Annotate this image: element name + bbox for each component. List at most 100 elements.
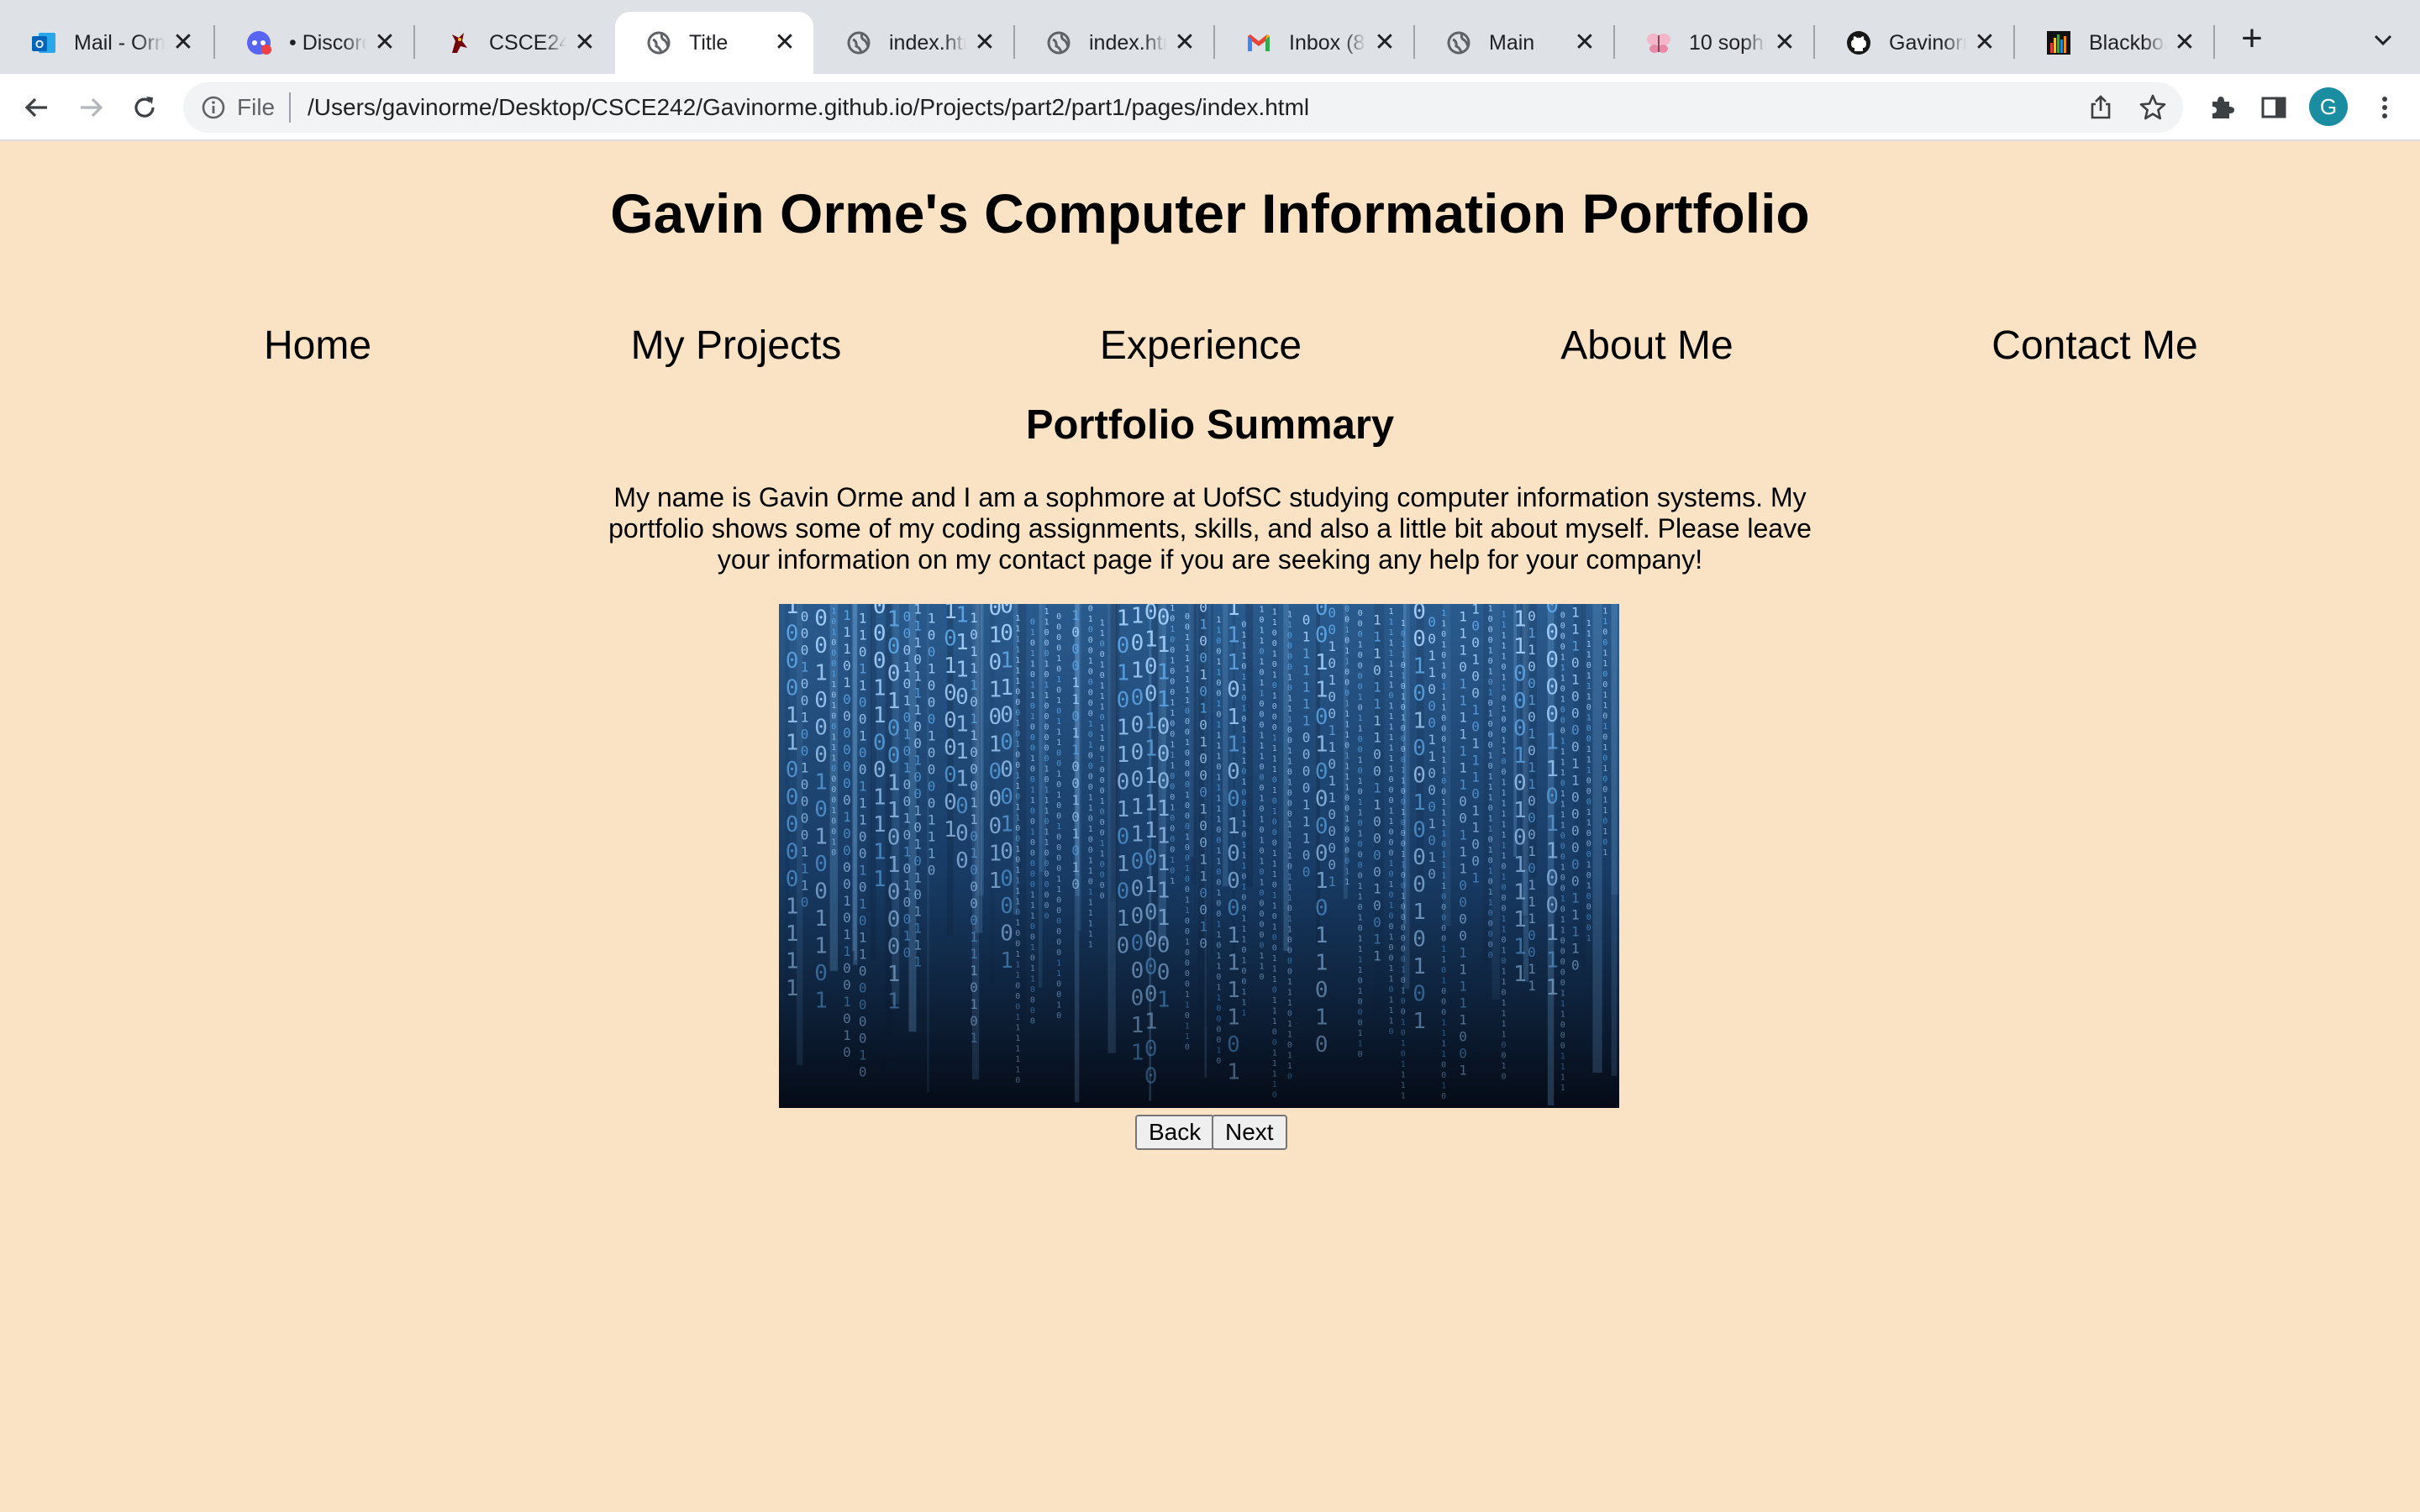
svg-text:1: 1 <box>1000 675 1013 701</box>
close-icon[interactable]: ✕ <box>1573 30 1597 55</box>
forward-arrow-icon[interactable] <box>71 87 111 128</box>
svg-text:1: 1 <box>1241 988 1246 997</box>
svg-text:0: 0 <box>1185 1011 1190 1021</box>
back-arrow-icon[interactable] <box>17 87 57 128</box>
tab-index-2[interactable]: index.html ✕ <box>1015 12 1213 74</box>
svg-text:1: 1 <box>1117 606 1130 632</box>
tab-csce242[interactable]: CSCE242 ✕ <box>415 12 613 74</box>
svg-text:1: 1 <box>1185 644 1190 654</box>
share-icon[interactable] <box>2086 92 2116 123</box>
nav-home[interactable]: Home <box>264 321 371 371</box>
close-icon[interactable]: ✕ <box>973 30 997 55</box>
back-button[interactable]: Back <box>1135 1115 1215 1150</box>
svg-text:1: 1 <box>1044 796 1050 806</box>
svg-text:1: 1 <box>1071 792 1080 808</box>
svg-text:0: 0 <box>1100 870 1105 879</box>
svg-text:1: 1 <box>1441 809 1446 818</box>
svg-text:0: 0 <box>1100 860 1105 869</box>
svg-text:1: 1 <box>1602 701 1607 711</box>
svg-text:1: 1 <box>1157 823 1171 848</box>
svg-text:0: 0 <box>1488 741 1493 750</box>
svg-text:0: 0 <box>1260 616 1265 625</box>
svg-text:0: 0 <box>1241 715 1246 724</box>
svg-text:0: 0 <box>1100 881 1105 890</box>
svg-text:0: 0 <box>1358 651 1363 660</box>
svg-text:1: 1 <box>1602 743 1607 753</box>
svg-text:1: 1 <box>928 829 936 845</box>
nav-about-me[interactable]: About Me <box>1560 321 1733 371</box>
svg-text:0: 0 <box>913 820 922 836</box>
tab-sophis[interactable]: 10 sophis ✕ <box>1615 12 1813 74</box>
svg-text:0: 0 <box>1528 810 1536 826</box>
svg-text:1: 1 <box>1170 877 1175 886</box>
next-button[interactable]: Next <box>1212 1115 1287 1150</box>
svg-text:0: 0 <box>970 895 978 911</box>
svg-text:0: 0 <box>1088 751 1093 760</box>
blackboard-icon <box>2045 29 2072 56</box>
svg-text:0: 0 <box>1056 612 1061 622</box>
svg-text:1: 1 <box>1389 702 1394 711</box>
svg-text:1: 1 <box>913 937 922 953</box>
svg-text:1: 1 <box>1602 722 1607 732</box>
close-icon[interactable]: ✕ <box>373 30 397 55</box>
svg-text:1: 1 <box>1088 804 1093 813</box>
svg-text:0: 0 <box>1044 869 1050 879</box>
close-icon[interactable]: ✕ <box>773 30 797 55</box>
svg-text:1: 1 <box>1344 868 1349 877</box>
close-icon[interactable]: ✕ <box>573 30 597 55</box>
svg-text:1: 1 <box>1216 658 1221 667</box>
svg-text:0: 0 <box>1401 787 1406 796</box>
svg-text:0: 0 <box>1344 826 1349 835</box>
svg-text:1: 1 <box>1502 1020 1507 1029</box>
tab-search-chevron-icon[interactable] <box>2368 25 2398 55</box>
svg-text:1: 1 <box>1272 954 1277 963</box>
svg-text:1: 1 <box>1216 983 1221 992</box>
svg-text:1: 1 <box>1100 755 1105 764</box>
svg-text:1: 1 <box>1560 759 1565 768</box>
tab-blackboard[interactable]: Blackboa ✕ <box>2015 12 2213 74</box>
close-icon[interactable]: ✕ <box>1173 30 1197 55</box>
svg-text:1: 1 <box>1502 831 1507 840</box>
tab-github[interactable]: Gavinorm ✕ <box>1815 12 2013 74</box>
svg-text:1: 1 <box>1389 670 1394 680</box>
svg-text:0: 0 <box>1157 605 1171 630</box>
info-icon[interactable] <box>200 94 227 121</box>
close-icon[interactable]: ✕ <box>1773 30 1797 55</box>
nav-contact-me[interactable]: Contact Me <box>1991 321 2197 371</box>
svg-text:1: 1 <box>1100 629 1105 638</box>
profile-avatar[interactable]: G <box>2309 87 2348 126</box>
svg-text:0: 0 <box>843 826 851 842</box>
address-bar[interactable]: File /Users/gavinorme/Desktop/CSCE242/Ga… <box>183 82 2183 133</box>
svg-text:0: 0 <box>970 694 978 710</box>
svg-text:1: 1 <box>1513 880 1527 906</box>
tab-title[interactable]: Title ✕ <box>615 12 813 74</box>
svg-text:0: 0 <box>1056 686 1061 696</box>
close-icon[interactable]: ✕ <box>1973 30 1996 55</box>
close-icon[interactable]: ✕ <box>171 30 195 55</box>
svg-text:0: 0 <box>1272 776 1277 785</box>
tab-gmail[interactable]: Inbox (8, ✕ <box>1215 12 1413 74</box>
tab-main[interactable]: Main ✕ <box>1415 12 1613 74</box>
nav-experience[interactable]: Experience <box>1100 321 1302 371</box>
svg-text:1: 1 <box>1056 738 1061 748</box>
svg-text:1: 1 <box>1260 815 1265 824</box>
close-icon[interactable]: ✕ <box>2173 30 2196 55</box>
nav-my-projects[interactable]: My Projects <box>631 321 842 371</box>
close-icon[interactable]: ✕ <box>1373 30 1397 55</box>
bookmark-star-icon[interactable] <box>2138 92 2168 123</box>
menu-kebab-icon[interactable] <box>2368 91 2402 124</box>
side-panel-icon[interactable] <box>2257 91 2291 124</box>
tab-index-1[interactable]: index.html ✕ <box>815 12 1013 74</box>
new-tab-button[interactable]: + <box>2235 20 2269 57</box>
extensions-puzzle-icon[interactable] <box>2205 91 2238 124</box>
url-text[interactable]: /Users/gavinorme/Desktop/CSCE242/Gavinor… <box>308 94 1309 121</box>
tab-discord[interactable]: • Discord ✕ <box>215 12 413 74</box>
svg-text:1: 1 <box>1088 741 1093 750</box>
svg-text:1: 1 <box>814 933 828 958</box>
tab-mail[interactable]: O Mail - Orme, Gavin ✕ <box>0 12 212 74</box>
svg-text:1: 1 <box>1358 798 1363 807</box>
svg-text:0: 0 <box>1358 903 1363 912</box>
svg-text:0: 0 <box>1185 612 1190 622</box>
reload-icon[interactable] <box>124 87 165 128</box>
svg-text:0: 0 <box>970 761 978 777</box>
